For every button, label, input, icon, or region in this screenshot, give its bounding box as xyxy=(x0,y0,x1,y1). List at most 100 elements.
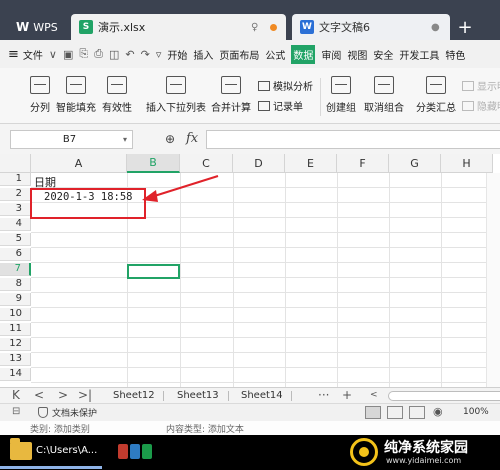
column-header-e[interactable]: E xyxy=(285,154,337,173)
menu-item-insert[interactable]: 插入 xyxy=(193,47,213,62)
record-button[interactable]: 记录单 xyxy=(258,98,303,113)
selected-cell-b7[interactable] xyxy=(127,264,180,279)
unsaved-dot-icon xyxy=(270,24,277,31)
validity-label: 有效性 xyxy=(102,103,132,114)
save-icon[interactable]: ▣ xyxy=(63,48,73,61)
undo-icon[interactable]: ↶ xyxy=(125,48,134,61)
protect-status[interactable]: 文档未保护 xyxy=(38,406,97,419)
menu-item-page-layout[interactable]: 页面布局 xyxy=(219,47,259,62)
tab-xlsx[interactable]: S 演示.xlsx ♀ xyxy=(71,14,286,40)
subtotal-button[interactable]: 分类汇总 xyxy=(416,76,456,114)
folder-icon[interactable] xyxy=(10,438,32,460)
formula-input[interactable] xyxy=(206,130,500,149)
ungroup-button[interactable]: 取消组合 xyxy=(364,76,404,114)
pin-icon[interactable]: ♀ xyxy=(251,22,258,33)
create-group-button[interactable]: 创建组 xyxy=(326,76,356,114)
smart-fill-button[interactable]: 智能填充 xyxy=(56,76,96,114)
simulate-button[interactable]: 模拟分析 xyxy=(258,78,313,93)
menu-item-data[interactable]: 数据 xyxy=(291,44,316,64)
row-header-6[interactable]: 6 xyxy=(0,248,31,261)
row-header-14[interactable]: 14 xyxy=(0,368,31,381)
gridline xyxy=(441,173,442,387)
row-header-13[interactable]: 13 xyxy=(0,353,31,366)
row-header-9[interactable]: 9 xyxy=(0,293,31,306)
close-dot-icon[interactable]: ● xyxy=(431,22,440,33)
explorer-window-label[interactable]: C:\Users\A... xyxy=(36,445,97,456)
gridline xyxy=(31,247,500,248)
row-header-4[interactable]: 4 xyxy=(0,218,31,231)
vertical-scrollbar[interactable] xyxy=(486,173,500,387)
menu-item-features[interactable]: 特色 xyxy=(445,47,465,62)
title-bar: W WPS S 演示.xlsx ♀ W 文字文稿6 ● + xyxy=(0,0,500,40)
sheet-tab-sheet13[interactable]: Sheet13 xyxy=(177,388,219,404)
ungroup-label: 取消组合 xyxy=(364,103,404,114)
last-sheet-icon[interactable]: >| xyxy=(78,388,92,404)
page-layout-view-button[interactable] xyxy=(409,406,425,419)
column-header-a[interactable]: A xyxy=(31,154,127,173)
row-header-1[interactable]: 1 xyxy=(0,173,31,186)
row-header-7[interactable]: 7 xyxy=(0,263,31,276)
zoom-search-icon[interactable]: ⊕ xyxy=(165,132,175,146)
taskbar-app-icon[interactable] xyxy=(130,444,140,459)
menu-item-home[interactable]: 开始 xyxy=(167,47,187,62)
column-header-f[interactable]: F xyxy=(337,154,389,173)
column-header-d[interactable]: D xyxy=(233,154,285,173)
normal-view-button[interactable] xyxy=(365,406,381,419)
select-all-corner[interactable] xyxy=(0,154,31,173)
menu-item-security[interactable]: 安全 xyxy=(373,47,393,62)
row-header-5[interactable]: 5 xyxy=(0,233,31,246)
menu-item-review[interactable]: 审阅 xyxy=(321,47,341,62)
taskbar-app-icon[interactable] xyxy=(142,444,152,459)
row-header-8[interactable]: 8 xyxy=(0,278,31,291)
tab-doc[interactable]: W 文字文稿6 ● xyxy=(292,14,450,40)
chevron-down-icon[interactable]: ∨ xyxy=(49,48,57,61)
column-header-g[interactable]: G xyxy=(389,154,441,173)
name-box[interactable]: B7 ▾ xyxy=(10,130,133,149)
sheet-tab-sheet14[interactable]: Sheet14 xyxy=(241,388,283,404)
gridline xyxy=(31,322,500,323)
validity-button[interactable]: 有效性 xyxy=(102,76,132,114)
split-button[interactable]: 分列 xyxy=(30,76,50,114)
preview-icon[interactable]: ◫ xyxy=(109,48,119,61)
zoom-level[interactable]: 100% xyxy=(463,407,489,417)
horizontal-scrollbar[interactable] xyxy=(388,391,500,401)
consolidate-button[interactable]: 合并计算 xyxy=(211,76,251,114)
row-header-12[interactable]: 12 xyxy=(0,338,31,351)
prev-sheet-icon[interactable]: < xyxy=(34,388,44,404)
eye-icon[interactable]: ◉ xyxy=(433,405,443,418)
fx-icon[interactable]: fx xyxy=(186,131,198,146)
gridline xyxy=(31,367,500,368)
row-header-10[interactable]: 10 xyxy=(0,308,31,321)
menu-item-formula[interactable]: 公式 xyxy=(265,47,285,62)
hide-detail-button[interactable]: 隐藏明 xyxy=(462,98,500,113)
hide-detail-label: 隐藏明 xyxy=(477,102,500,113)
next-sheet-icon[interactable]: > xyxy=(58,388,68,404)
row-header-3[interactable]: 3 xyxy=(0,203,31,216)
more-icon[interactable]: ▿ xyxy=(156,48,162,61)
page-break-view-button[interactable] xyxy=(387,406,403,419)
menu-file[interactable]: 文件 xyxy=(23,47,43,62)
sheet-tab-sheet12[interactable]: Sheet12 xyxy=(113,388,155,404)
show-detail-button[interactable]: 显示明 xyxy=(462,78,500,93)
redo-icon[interactable]: ↷ xyxy=(141,48,150,61)
menu-item-developer[interactable]: 开发工具 xyxy=(399,47,439,62)
taskbar-app-icon[interactable] xyxy=(118,444,128,459)
column-header-h[interactable]: H xyxy=(441,154,493,173)
first-sheet-icon[interactable]: K xyxy=(12,388,20,404)
chevron-down-icon[interactable]: ▾ xyxy=(118,135,132,144)
row-header-11[interactable]: 11 xyxy=(0,323,31,336)
menu-item-view[interactable]: 视图 xyxy=(347,47,367,62)
row-header-2[interactable]: 2 xyxy=(0,188,31,201)
protect-status-label: 文档未保护 xyxy=(52,409,98,419)
macro-icon[interactable]: ⊟ xyxy=(12,406,20,417)
hamburger-icon[interactable]: ≡ xyxy=(8,47,19,62)
create-group-icon xyxy=(331,76,351,94)
sheet-options-icon[interactable]: ··· xyxy=(318,388,329,404)
print-icon[interactable]: ⎙ xyxy=(94,47,103,61)
export-icon[interactable]: ⎘ xyxy=(79,47,88,61)
insert-dropdown-button[interactable]: 插入下拉列表 xyxy=(146,76,206,114)
scroll-left-icon[interactable]: < xyxy=(370,388,378,404)
new-tab-button[interactable]: + xyxy=(455,14,475,40)
tab-wps-home[interactable]: W WPS xyxy=(0,14,66,40)
add-sheet-button[interactable]: + xyxy=(342,388,352,404)
